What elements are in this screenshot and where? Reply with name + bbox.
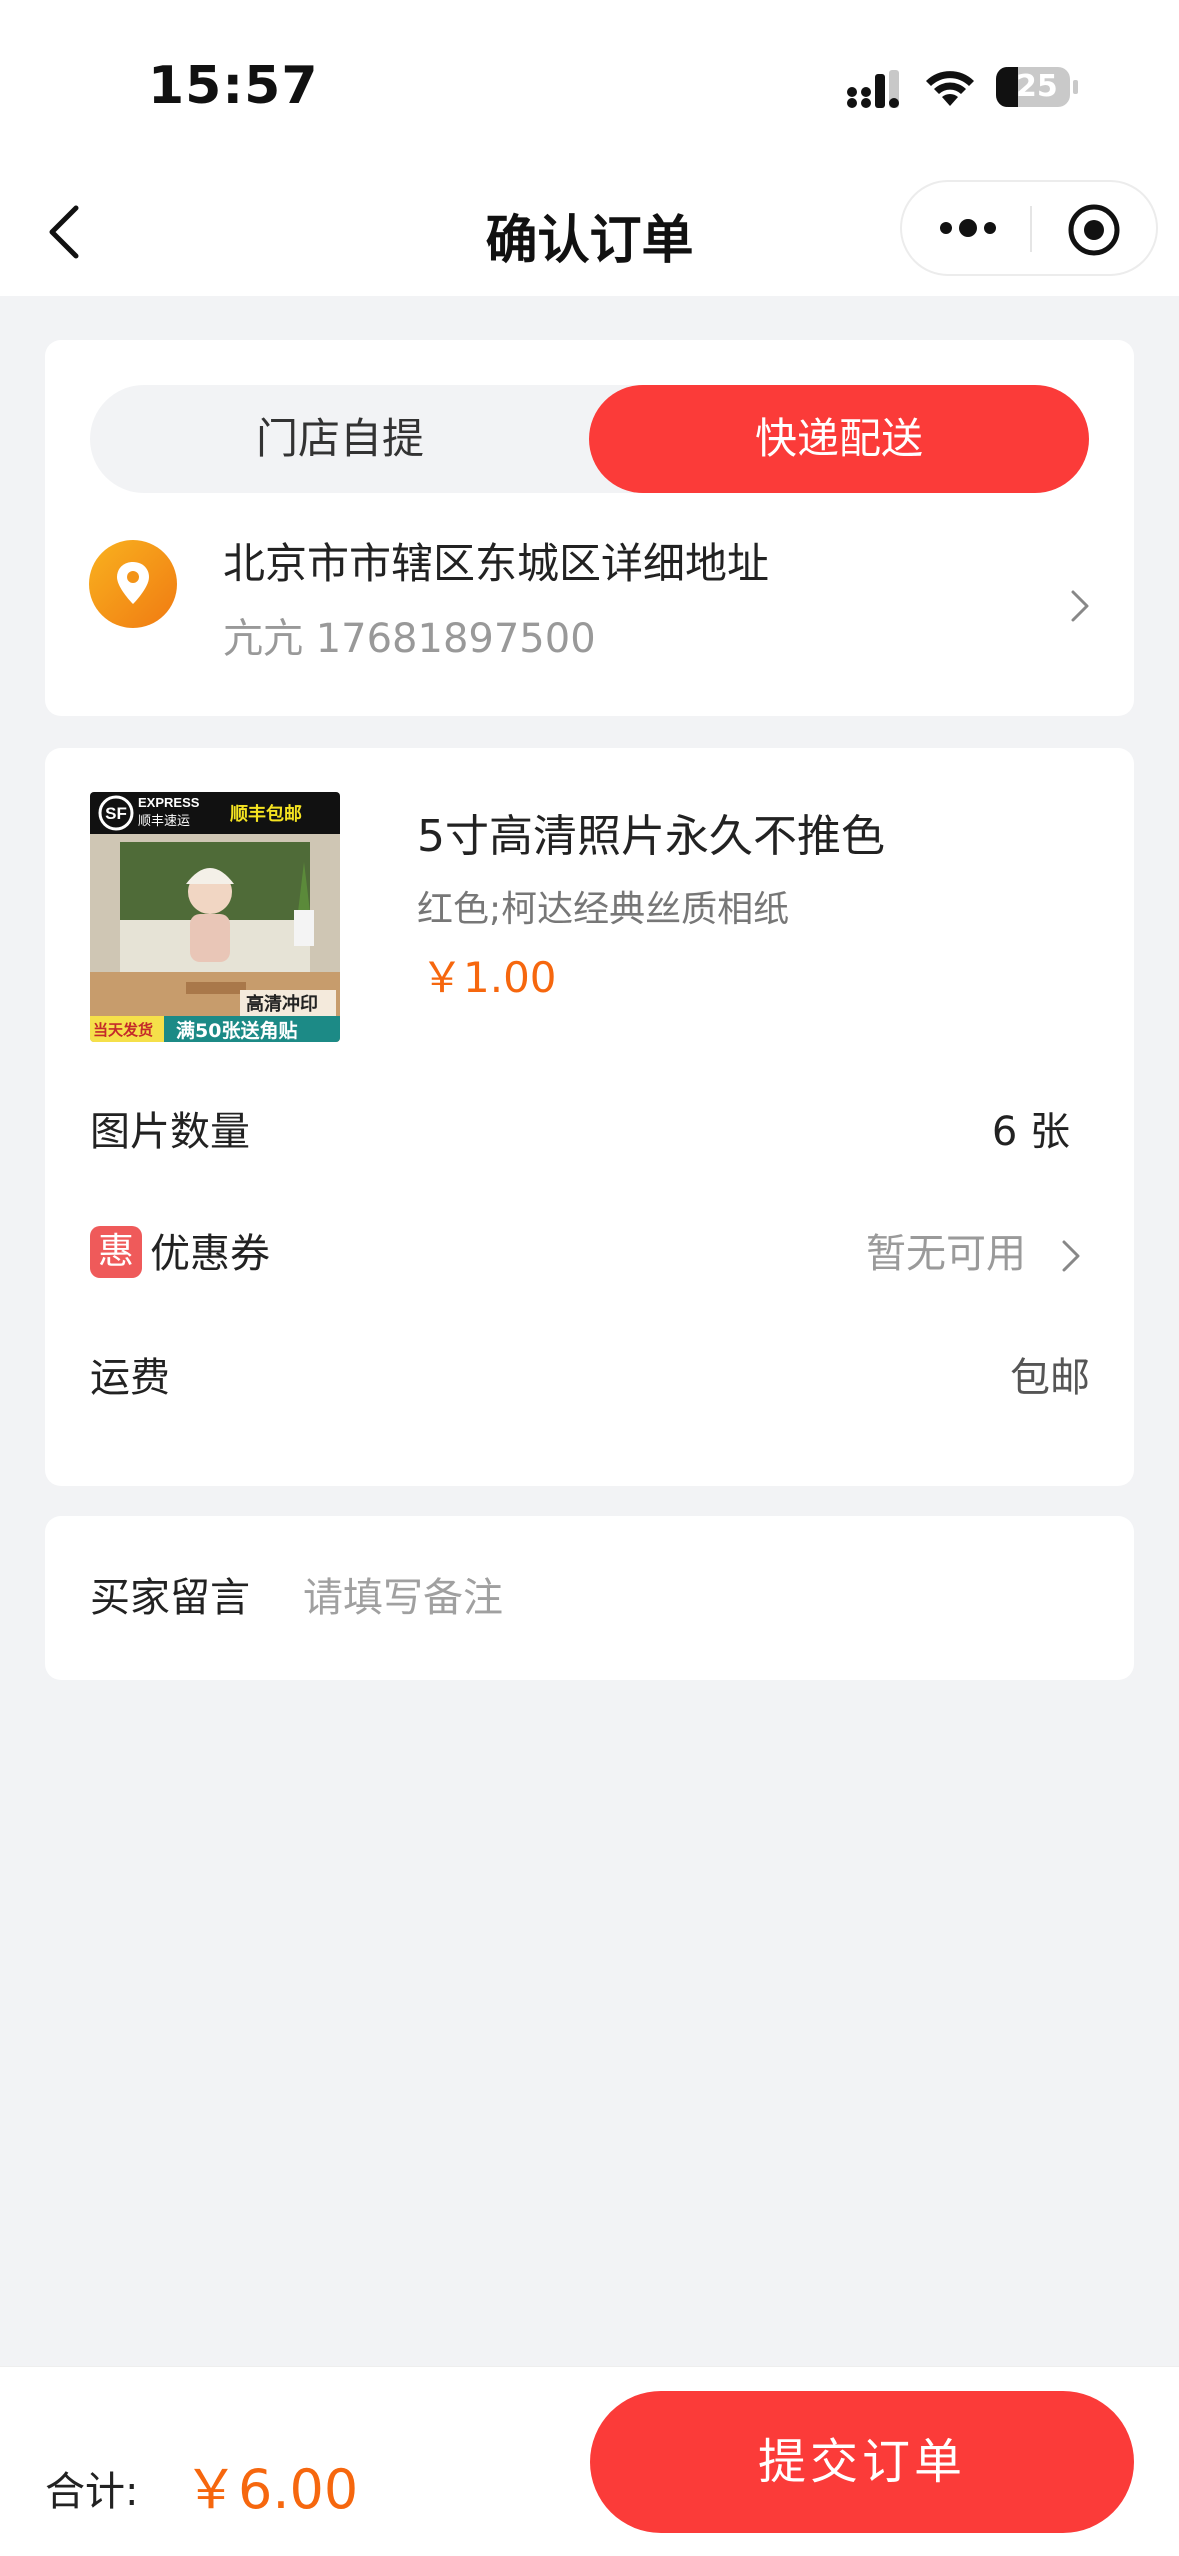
tab-express-delivery[interactable]: 快递配送 [589,385,1089,493]
buyer-message-label: 买家留言 [90,1575,250,1621]
submit-order-button[interactable]: 提交订单 [590,2391,1134,2533]
buyer-message-card: 买家留言 [45,1516,1134,1680]
coupon-label: 优惠券 [150,1231,270,1277]
nav-bar: 确认订单 [0,170,1179,296]
shipping-value: 包邮 [1010,1355,1090,1401]
svg-text:满50张送角贴: 满50张送角贴 [176,1019,297,1042]
status-bar: 15:57 25 [0,0,1179,170]
address-line: 北京市市辖区东城区详细地址 [223,539,770,588]
quantity-label: 图片数量 [90,1109,250,1155]
svg-text:高清冲印: 高清冲印 [246,993,318,1015]
product-thumbnail: SF EXPRESS 顺丰速运 顺丰包邮 高清冲印 当天发货 满50张送角贴 [90,792,340,1042]
wifi-icon [926,71,974,106]
svg-text:EXPRESS: EXPRESS [138,795,200,810]
coupon-badge: 惠 [90,1226,142,1278]
order-item-card: SF EXPRESS 顺丰速运 顺丰包邮 高清冲印 当天发货 满50张送角贴 5… [45,748,1134,1486]
product-spec: 红色;柯达经典丝质相纸 [417,889,790,930]
total-label: 合计: [45,2469,139,2515]
shipping-label: 运费 [90,1355,170,1401]
coupon-badge-wrap: 惠 [90,1214,142,1294]
confirm-order-page: 15:57 25 确认订单 门店自提 快递配送 北京市市辖区东城区详细地址 亢亢… [0,0,1179,2556]
capsule-divider [1030,206,1032,252]
mini-program-capsule [900,180,1158,276]
svg-text:SF: SF [105,804,127,823]
quantity-value: 6 张 [991,1109,1070,1155]
shipping-fee-row: 运费 包邮 [90,1338,1090,1418]
coupon-value: 暂无可用 [866,1231,1026,1277]
battery-icon: 25 [996,66,1078,108]
close-mini-program-icon[interactable] [1066,202,1122,258]
svg-text:顺丰速运: 顺丰速运 [138,814,190,829]
product-title: 5寸高清照片永久不推色 [417,811,885,862]
checkout-bar: 合计: ￥6.00 提交订单 [0,2366,1179,2556]
more-options-icon[interactable] [936,208,1000,248]
delivery-method-toggle: 门店自提 快递配送 [90,385,1089,493]
cellular-signal-icon [847,70,899,108]
photo-quantity-row: 图片数量 6 张 [90,1092,1090,1172]
delivery-card: 门店自提 快递配送 北京市市辖区东城区详细地址 亢亢 17681897500 [45,340,1134,716]
svg-text:顺丰包邮: 顺丰包邮 [230,803,302,825]
coupon-row[interactable]: 惠 优惠券 暂无可用 [90,1214,1090,1294]
location-pin-icon [89,540,177,628]
buyer-message-input[interactable] [303,1560,1083,1636]
product-price: ￥1.00 [421,953,557,1002]
svg-text:当天发货: 当天发货 [93,1021,153,1039]
status-time: 15:57 [148,56,319,116]
total-amount: ￥6.00 [184,2458,359,2521]
address-contact: 亢亢 17681897500 [223,616,596,662]
tab-store-pickup[interactable]: 门店自提 [90,385,590,493]
battery-level: 25 [1016,69,1058,104]
chevron-right-icon [1071,590,1089,622]
chevron-right-icon [1062,1240,1080,1272]
